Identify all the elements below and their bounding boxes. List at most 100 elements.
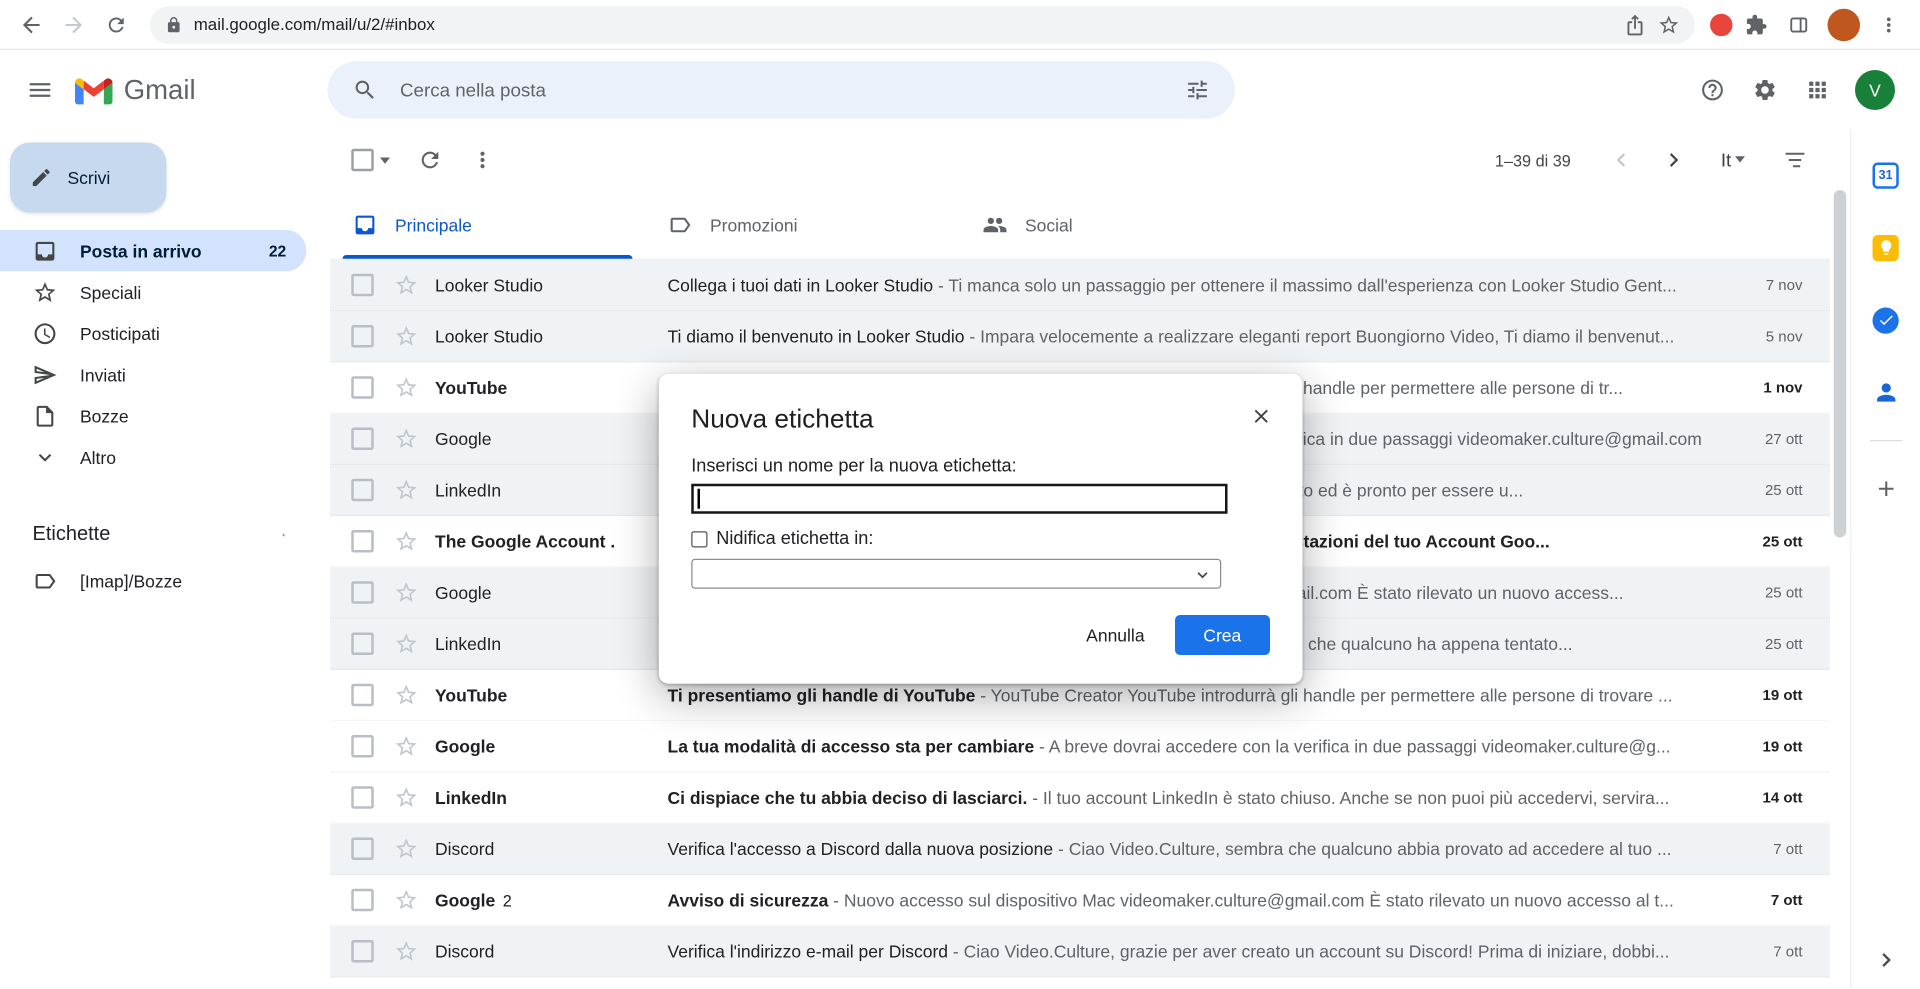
star-icon[interactable] <box>394 375 419 400</box>
star-icon[interactable] <box>394 324 419 349</box>
star-icon[interactable] <box>394 683 419 708</box>
adblock-extension-icon[interactable] <box>1710 13 1733 36</box>
star-icon[interactable] <box>394 273 419 298</box>
subject-snippet-separator: - <box>933 275 948 295</box>
compose-button[interactable]: Scrivi <box>10 143 166 213</box>
email-checkbox[interactable] <box>351 530 374 553</box>
email-checkbox[interactable] <box>351 684 374 707</box>
search-options-button[interactable] <box>1173 65 1223 115</box>
email-checkbox[interactable] <box>351 889 374 912</box>
create-label-button[interactable] <box>281 523 306 548</box>
apps-button[interactable] <box>1793 65 1843 115</box>
chevron-down-icon <box>1193 565 1213 585</box>
account-avatar[interactable]: V <box>1855 70 1895 110</box>
get-addons-button[interactable] <box>1866 469 1906 509</box>
browser-forward-button[interactable] <box>55 6 93 44</box>
email-checkbox[interactable] <box>351 838 374 861</box>
create-button[interactable]: Crea <box>1175 615 1270 655</box>
gmail-logo[interactable]: Gmail <box>70 74 258 107</box>
email-snippet: YouTube Creator YouTube introdurrà gli h… <box>991 685 1673 705</box>
older-page-button[interactable] <box>1658 145 1688 175</box>
newer-page-button[interactable] <box>1606 145 1636 175</box>
nest-parent-select[interactable] <box>691 559 1221 589</box>
email-checkbox[interactable] <box>351 325 374 348</box>
email-checkbox[interactable] <box>351 376 374 399</box>
extensions-button[interactable] <box>1738 6 1776 44</box>
view-toggle-icon[interactable] <box>1783 148 1808 173</box>
star-icon[interactable] <box>394 836 419 861</box>
tab-social[interactable]: Social <box>960 190 1275 259</box>
sidebar-item-more[interactable]: Altro <box>0 436 306 477</box>
star-icon[interactable] <box>394 734 419 759</box>
nest-label-checkbox[interactable] <box>691 531 707 547</box>
sidebar-item-snoozed[interactable]: Posticipati <box>0 313 306 354</box>
browser-profile-avatar[interactable] <box>1828 8 1861 41</box>
star-icon[interactable] <box>394 580 419 605</box>
more-options-icon[interactable] <box>470 148 495 173</box>
star-icon[interactable] <box>394 785 419 810</box>
settings-button[interactable] <box>1740 65 1790 115</box>
contacts-icon[interactable] <box>1866 373 1906 413</box>
email-sender: Google2 <box>435 890 668 910</box>
search-bar[interactable]: Cerca nella posta <box>328 61 1236 119</box>
email-sender: LinkedIn <box>435 480 668 500</box>
bookmark-star-icon[interactable] <box>1658 13 1681 36</box>
cancel-button[interactable]: Annulla <box>1069 615 1162 655</box>
email-row[interactable]: DiscordVerifica l'indirizzo e-mail per D… <box>330 926 1830 977</box>
help-button[interactable] <box>1688 65 1738 115</box>
star-icon[interactable] <box>394 529 419 554</box>
scrollbar-thumb[interactable] <box>1834 190 1847 538</box>
email-date: 14 ott <box>1703 789 1803 807</box>
sidebar-item-sent[interactable]: Inviati <box>0 354 306 395</box>
email-row[interactable]: LinkedInCi dispiace che tu abbia deciso … <box>330 773 1830 824</box>
tasks-icon[interactable] <box>1866 300 1906 340</box>
sidebar-item-inbox[interactable]: Posta in arrivo22 <box>0 230 306 271</box>
browser-menu-button[interactable] <box>1870 6 1908 44</box>
share-icon[interactable] <box>1624 13 1647 36</box>
side-panel-button[interactable] <box>1780 6 1818 44</box>
browser-refresh-button[interactable] <box>98 6 136 44</box>
browser-back-button[interactable] <box>13 6 51 44</box>
email-row[interactable]: Looker StudioCollega i tuoi dati in Look… <box>330 260 1830 311</box>
email-checkbox[interactable] <box>351 786 374 809</box>
sidebar-item-drafts[interactable]: Bozze <box>0 395 306 436</box>
address-bar[interactable]: mail.google.com/mail/u/2/#inbox <box>150 6 1695 44</box>
email-row[interactable]: GoogleLa tua modalità di accesso sta per… <box>330 721 1830 772</box>
email-checkbox[interactable] <box>351 735 374 758</box>
email-checkbox[interactable] <box>351 274 374 297</box>
label-name-input[interactable] <box>691 484 1227 514</box>
select-all-checkbox[interactable] <box>351 149 374 172</box>
scrollbar-track[interactable] <box>1830 130 1850 989</box>
email-subject: Ti presentiamo gli handle di YouTube <box>668 685 976 705</box>
star-icon[interactable] <box>394 478 419 503</box>
email-snippet: Impara velocemente a realizzare eleganti… <box>980 326 1674 346</box>
email-checkbox[interactable] <box>351 479 374 502</box>
email-row[interactable]: Google2Avviso di sicurezza - Nuovo acces… <box>330 875 1830 926</box>
refresh-list-icon[interactable] <box>418 148 443 173</box>
collapse-panel-button[interactable] <box>1872 946 1900 980</box>
email-row[interactable]: DiscordVerifica l'accesso a Discord dall… <box>330 824 1830 875</box>
tab-promotions[interactable]: Promozioni <box>645 190 960 259</box>
main-menu-button[interactable] <box>10 60 70 120</box>
calendar-icon[interactable]: 31 <box>1866 155 1906 195</box>
tab-primary[interactable]: Principale <box>330 190 645 259</box>
email-checkbox[interactable] <box>351 428 374 451</box>
keep-icon[interactable] <box>1866 228 1906 268</box>
email-checkbox[interactable] <box>351 940 374 963</box>
star-icon[interactable] <box>394 939 419 964</box>
close-icon[interactable] <box>1250 405 1273 428</box>
sidebar: Scrivi Posta in arrivo22 Speciali Postic… <box>0 130 320 989</box>
search-input[interactable]: Cerca nella posta <box>390 79 1173 100</box>
star-icon[interactable] <box>394 888 419 913</box>
sidebar-label-imap-bozze[interactable]: [Imap]/Bozze <box>0 560 306 601</box>
email-checkbox[interactable] <box>351 581 374 604</box>
sidebar-item-starred[interactable]: Speciali <box>0 271 306 312</box>
select-dropdown-icon[interactable] <box>380 158 390 169</box>
star-icon[interactable] <box>394 631 419 656</box>
search-button[interactable] <box>340 65 390 115</box>
email-subject: La tua modalità di accesso sta per cambi… <box>668 736 1035 756</box>
input-tools-button[interactable]: It <box>1721 149 1745 170</box>
star-icon[interactable] <box>394 426 419 451</box>
email-checkbox[interactable] <box>351 633 374 656</box>
email-row[interactable]: Looker StudioTi diamo il benvenuto in Lo… <box>330 311 1830 362</box>
